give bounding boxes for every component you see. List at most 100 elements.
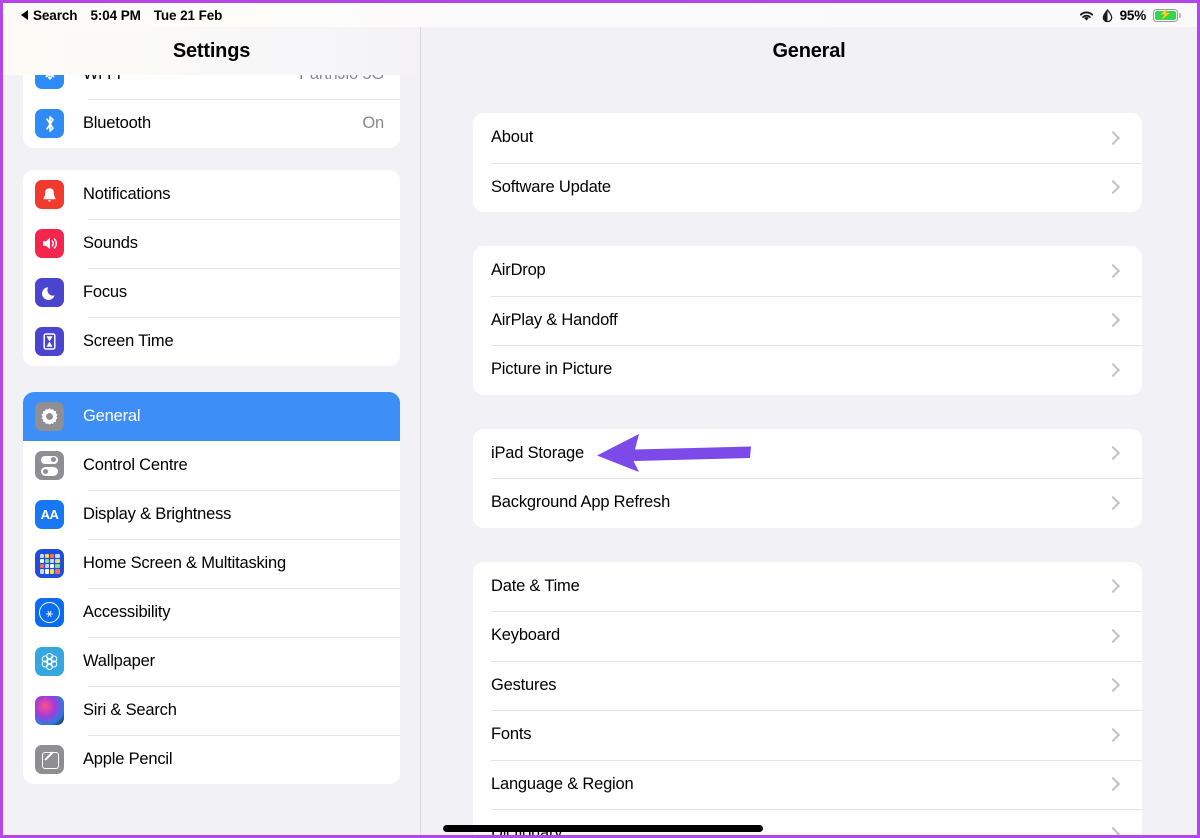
chevron-right-icon	[1105, 362, 1121, 377]
detail-row-software-update[interactable]: Software Update	[473, 162, 1142, 212]
sidebar-item-wallpaper[interactable]: Wallpaper	[23, 637, 400, 686]
status-bar: Search 5:04 PM Tue 21 Feb 95% ⚡	[3, 3, 1197, 27]
wifi-icon	[35, 75, 64, 89]
sidebar-item-general[interactable]: General	[23, 392, 400, 441]
gear-icon	[35, 402, 64, 431]
detail-row-label: AirDrop	[491, 261, 546, 280]
flower-icon	[35, 647, 64, 676]
ipad-settings-screen: Search 5:04 PM Tue 21 Feb 95% ⚡ Settings…	[0, 0, 1200, 838]
sidebar-item-label: Focus	[83, 283, 127, 301]
detail-row-label: AirPlay & Handoff	[491, 310, 618, 329]
detail-row-fonts[interactable]: Fonts	[473, 710, 1142, 760]
detail-row-label: Gestures	[491, 675, 557, 694]
sidebar-header: Settings	[3, 27, 420, 75]
location-arrow-icon	[1102, 8, 1113, 22]
detail-row-label: Language & Region	[491, 774, 634, 793]
sidebar-item-bluetooth[interactable]: Bluetooth On	[23, 99, 400, 148]
sidebar-item-label: Apple Pencil	[83, 750, 173, 768]
bluetooth-icon	[35, 109, 64, 138]
detail-row-ipad-storage[interactable]: iPad Storage	[473, 428, 1142, 478]
chevron-right-icon	[1105, 180, 1121, 195]
sidebar-group-alerts: Notifications Sounds Focus Screen Time	[23, 170, 400, 366]
bell-icon	[35, 180, 64, 209]
sidebar-item-label: Wi-Fi	[83, 75, 299, 84]
status-bar-left: Search 5:04 PM Tue 21 Feb	[3, 8, 222, 23]
battery-charging-icon: ⚡	[1153, 8, 1181, 22]
detail-group-storage: iPad Storage Background App Refresh	[473, 428, 1142, 528]
detail-row-date-time[interactable]: Date & Time	[473, 561, 1142, 611]
sidebar-item-siri-search[interactable]: Siri & Search	[23, 686, 400, 735]
moon-icon	[35, 278, 64, 307]
sidebar-item-sounds[interactable]: Sounds	[23, 219, 400, 268]
sidebar-item-label: General	[83, 407, 141, 425]
chevron-right-icon	[1105, 628, 1121, 643]
sidebar-item-value: ParthJio 5G	[299, 75, 384, 84]
sidebar-item-control-centre[interactable]: Control Centre	[23, 441, 400, 490]
detail-row-background-app-refresh[interactable]: Background App Refresh	[473, 478, 1142, 528]
chevron-right-icon	[1105, 579, 1121, 594]
accessibility-icon: ⚹	[35, 598, 64, 627]
sidebar-item-value: On	[362, 114, 384, 132]
detail-row-airdrop[interactable]: AirDrop	[473, 246, 1142, 296]
toggles-icon	[35, 451, 64, 480]
detail-row-gestures[interactable]: Gestures	[473, 660, 1142, 710]
detail-scroll-area[interactable]: About Software Update AirDrop AirPlay & …	[421, 75, 1197, 835]
detail-row-label: Keyboard	[491, 626, 561, 645]
sidebar-item-label: Home Screen & Multitasking	[83, 554, 286, 572]
chevron-right-icon	[1105, 495, 1121, 510]
sidebar-title: Settings	[172, 39, 251, 62]
detail-row-keyboard[interactable]: Keyboard	[473, 611, 1142, 661]
siri-orb-icon	[35, 696, 64, 725]
sidebar-item-apple-pencil[interactable]: Apple Pencil	[23, 735, 400, 784]
detail-group-localization: Date & Time Keyboard Gestures Fonts Lang…	[473, 561, 1142, 835]
status-date: Tue 21 Feb	[153, 7, 223, 23]
sidebar-item-home-screen-multitasking[interactable]: Home Screen & Multitasking	[23, 539, 400, 588]
status-back-label[interactable]: Search	[33, 8, 78, 23]
sidebar-item-focus[interactable]: Focus	[23, 268, 400, 317]
detail-row-label: Picture in Picture	[491, 360, 613, 379]
chevron-right-icon	[1105, 130, 1121, 145]
pencil-icon	[35, 745, 64, 774]
sidebar-item-wifi[interactable]: Wi-Fi ParthJio 5G	[23, 75, 400, 99]
sidebar-item-label: Notifications	[83, 185, 171, 203]
detail-row-label: Fonts	[491, 725, 532, 744]
chevron-right-icon	[1105, 313, 1121, 328]
sidebar-item-label: Wallpaper	[83, 652, 155, 670]
status-bar-right: 95% ⚡	[1078, 8, 1197, 23]
chevron-right-icon	[1105, 826, 1121, 835]
sidebar-item-label: Accessibility	[83, 603, 171, 621]
sidebar-item-label: Screen Time	[83, 332, 174, 350]
sidebar-item-label: Sounds	[83, 234, 138, 252]
status-time: 5:04 PM	[90, 7, 141, 23]
page-title: General	[772, 39, 846, 62]
sidebar-scroll-area[interactable]: Wi-Fi ParthJio 5G Bluetooth On	[3, 75, 420, 835]
detail-row-picture-in-picture[interactable]: Picture in Picture	[473, 345, 1142, 395]
back-arrow-icon[interactable]	[21, 10, 28, 20]
app-grid-icon	[35, 549, 64, 578]
battery-percent-label: 95%	[1119, 7, 1147, 23]
wifi-icon	[1078, 9, 1095, 22]
speaker-icon	[35, 229, 64, 258]
general-detail-pane: General About Software Update AirDrop Ai…	[421, 27, 1197, 835]
detail-group-sharing: AirDrop AirPlay & Handoff Picture in Pic…	[473, 246, 1142, 395]
sidebar-group-connectivity: Wi-Fi ParthJio 5G Bluetooth On	[23, 75, 400, 148]
sidebar-item-accessibility[interactable]: ⚹ Accessibility	[23, 588, 400, 637]
sidebar-item-label: Display & Brightness	[83, 505, 232, 523]
detail-row-label: About	[491, 128, 534, 147]
detail-row-airplay-handoff[interactable]: AirPlay & Handoff	[473, 295, 1142, 345]
chevron-right-icon	[1105, 446, 1121, 461]
home-indicator[interactable]	[443, 825, 763, 832]
chevron-right-icon	[1105, 678, 1121, 693]
detail-row-label: Date & Time	[491, 576, 580, 595]
sidebar-item-display-brightness[interactable]: AA Display & Brightness	[23, 490, 400, 539]
detail-row-about[interactable]: About	[473, 113, 1142, 163]
sidebar-item-notifications[interactable]: Notifications	[23, 170, 400, 219]
detail-group-about: About Software Update	[473, 113, 1142, 212]
chevron-right-icon	[1105, 263, 1121, 278]
detail-header: General	[421, 27, 1197, 75]
sidebar-item-screen-time[interactable]: Screen Time	[23, 317, 400, 366]
detail-row-language-region[interactable]: Language & Region	[473, 759, 1142, 809]
hourglass-icon	[35, 327, 64, 356]
detail-row-label: iPad Storage	[491, 443, 584, 462]
sidebar-item-label: Bluetooth	[83, 114, 151, 132]
